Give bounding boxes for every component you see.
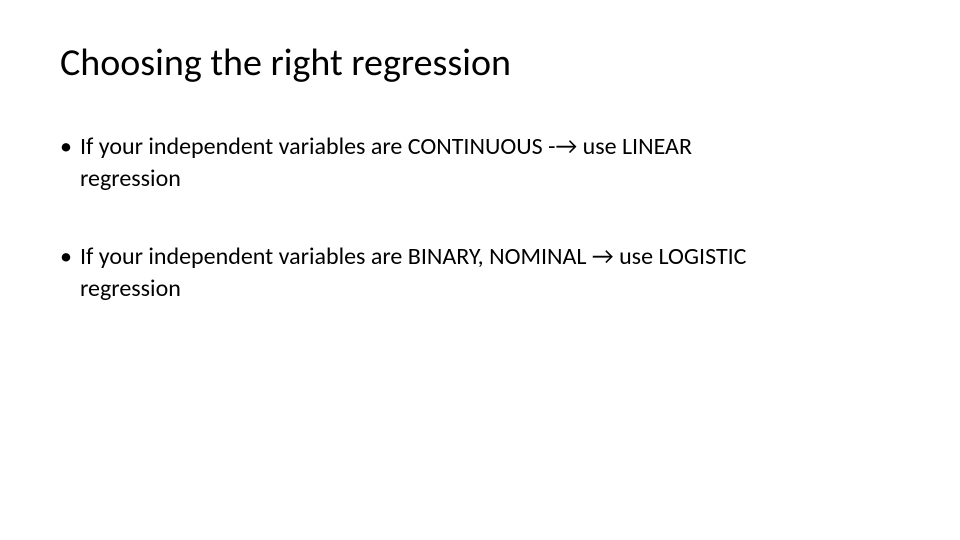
- slide-title: Choosing the right regression: [60, 40, 900, 86]
- bullet-item-1: • If your independent variables are CONT…: [60, 131, 900, 196]
- bullet-text-continuation: regression: [60, 163, 900, 195]
- bullet-item-2: • If your independent variables are BINA…: [60, 241, 900, 306]
- bullet-text: If your independent variables are BINARY…: [80, 241, 900, 273]
- bullet-text-continuation: regression: [60, 273, 900, 305]
- bullet-dot-icon: •: [60, 131, 72, 163]
- bullet-text: If your independent variables are CONTIN…: [80, 131, 900, 163]
- bullet-dot-icon: •: [60, 241, 72, 273]
